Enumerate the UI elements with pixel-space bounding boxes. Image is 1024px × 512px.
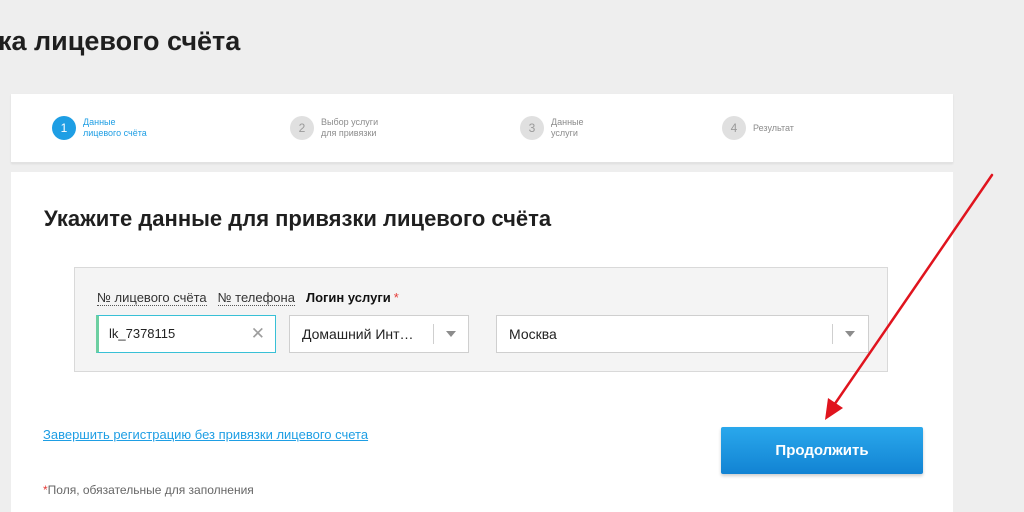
continue-button[interactable]: Продолжить (721, 427, 923, 474)
step-1: 1 Данные лицевого счёта (52, 116, 173, 140)
step-number: 2 (290, 116, 314, 140)
form-card: Укажите данные для привязки лицевого счё… (11, 172, 953, 512)
tab-phone-number[interactable]: № телефона (217, 290, 295, 306)
account-login-input[interactable]: lk_7378115 ✕ (96, 315, 276, 353)
required-fields-note: *Поля, обязательные для заполнения (43, 483, 254, 497)
identifier-form: № лицевого счёта № телефона Логин услуги… (74, 267, 888, 372)
tab-account-number[interactable]: № лицевого счёта (97, 290, 207, 306)
city-select-value: Москва (509, 326, 557, 342)
step-number: 3 (520, 116, 544, 140)
step-label: Результат (753, 122, 794, 133)
step-2: 2 Выбор услуги для привязки (290, 116, 411, 140)
page-title: ка лицевого счёта (0, 26, 241, 56)
select-divider (832, 324, 833, 344)
step-number: 1 (52, 116, 76, 140)
chevron-down-icon[interactable] (845, 331, 855, 337)
city-select[interactable]: Москва (496, 315, 869, 353)
service-select-value: Домашний Инт… (302, 326, 414, 342)
tab-service-login[interactable]: Логин услуги * (306, 290, 399, 306)
step-label: Данные лицевого счёта (83, 117, 147, 138)
step-4: 4 Результат (722, 116, 843, 140)
identifier-tabs: № лицевого счёта № телефона Логин услуги… (97, 290, 410, 306)
step-label: Выбор услуги для привязки (321, 117, 379, 138)
select-divider (433, 324, 434, 344)
stepper: 1 Данные лицевого счёта 2 Выбор услуги д… (11, 94, 953, 163)
account-login-value: lk_7378115 (109, 326, 176, 341)
step-3: 3 Данные услуги (520, 116, 641, 140)
close-icon[interactable]: ✕ (251, 324, 265, 344)
chevron-down-icon[interactable] (446, 331, 456, 337)
step-label: Данные услуги (551, 117, 584, 138)
step-number: 4 (722, 116, 746, 140)
form-title: Укажите данные для привязки лицевого счё… (44, 206, 552, 231)
tab-service-login-label: Логин услуги (305, 290, 391, 305)
skip-registration-link[interactable]: Завершить регистрацию без привязки лицев… (43, 427, 368, 442)
required-mark: * (393, 290, 399, 305)
service-select[interactable]: Домашний Инт… (289, 315, 469, 353)
required-note-text: Поля, обязательные для заполнения (47, 483, 254, 497)
